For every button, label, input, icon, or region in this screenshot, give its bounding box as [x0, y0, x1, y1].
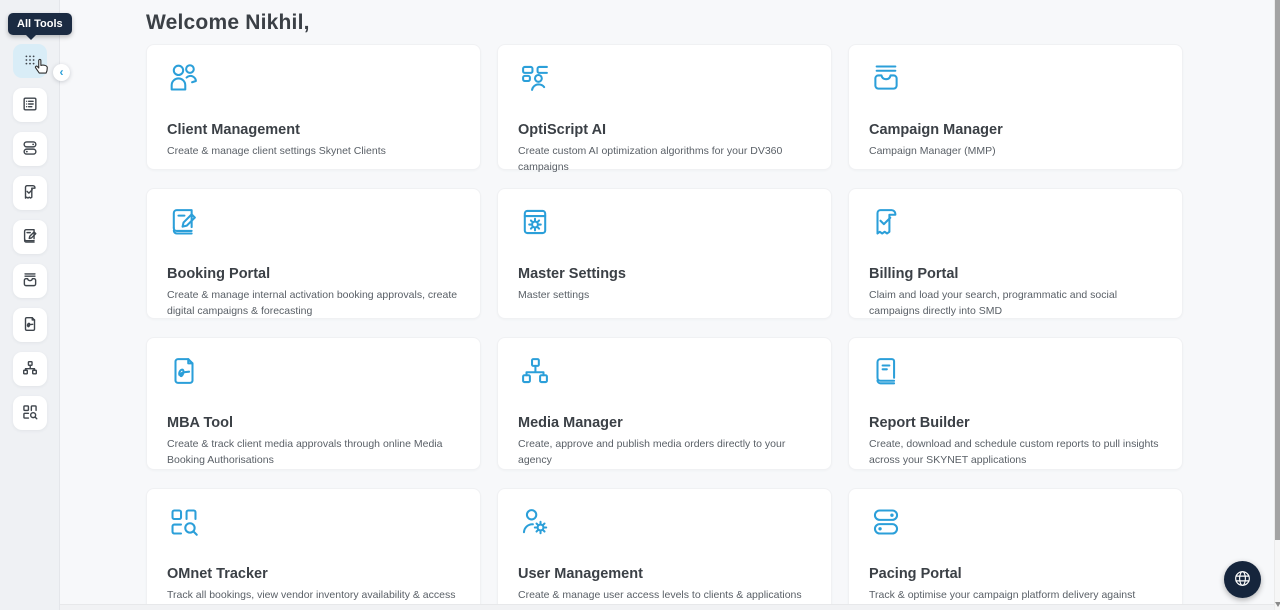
- grid-search-icon: [167, 505, 460, 539]
- card-description: Create & manage user access levels to cl…: [518, 589, 802, 601]
- sidebar-item-campaign-manager[interactable]: [13, 264, 47, 298]
- card-description: Create & manage client settings Skynet C…: [167, 145, 386, 157]
- grid-search-icon: [21, 403, 39, 424]
- hand-cursor-icon: [34, 58, 48, 74]
- window-gear-icon: [518, 205, 811, 239]
- page-title: Welcome Nikhil,: [146, 11, 310, 34]
- network-nodes-icon: [518, 354, 811, 388]
- doc-signature-icon: [21, 315, 39, 336]
- sidebar-item-billing-portal[interactable]: [13, 176, 47, 210]
- list-panel-icon: [21, 95, 39, 116]
- toggles-icon: [869, 505, 1162, 539]
- horizontal-scrollbar[interactable]: [60, 604, 1274, 610]
- card-description: Create custom AI optimization algorithms…: [518, 145, 783, 173]
- tool-card-report-builder[interactable]: Report Builder Create, download and sche…: [848, 337, 1183, 470]
- card-title: MBA Tool: [167, 415, 234, 431]
- card-title: Client Management: [167, 122, 300, 138]
- sidebar-item-pacing-portal[interactable]: [13, 132, 47, 166]
- vertical-scrollbar[interactable]: [1274, 0, 1280, 610]
- doc-signature-icon: [167, 354, 460, 388]
- globe-fab-button[interactable]: [1224, 561, 1261, 598]
- card-title: Report Builder: [869, 415, 970, 431]
- tool-card-master-settings[interactable]: Master Settings Master settings: [497, 188, 832, 319]
- sidebar-item-mba-tool[interactable]: [13, 308, 47, 342]
- tool-card-user-management[interactable]: User Management Create & manage user acc…: [497, 488, 832, 610]
- card-description: Campaign Manager (MMP): [869, 145, 996, 157]
- all-tools-tooltip: All Tools: [8, 13, 72, 40]
- card-title: Campaign Manager: [869, 122, 1003, 138]
- tray-icon: [869, 61, 1162, 95]
- tool-card-optiscript-ai[interactable]: OptiScript AI Create custom AI optimizat…: [497, 44, 832, 173]
- receipt-check-icon: [21, 183, 39, 204]
- tool-card-media-manager[interactable]: Media Manager Create, approve and publis…: [497, 337, 832, 470]
- card-title: Media Manager: [518, 415, 623, 431]
- tool-card-mba-tool[interactable]: MBA Tool Create & track client media app…: [146, 337, 481, 470]
- sidebar-collapse-button[interactable]: ‹: [53, 64, 70, 81]
- book-pencil-icon: [21, 227, 39, 248]
- scrollbar-down-arrow-icon[interactable]: [1275, 602, 1280, 607]
- tools-grid: Client Management Create & manage client…: [146, 44, 1183, 610]
- network-nodes-icon: [21, 359, 39, 380]
- sidebar-item-media-manager[interactable]: [13, 352, 47, 386]
- tool-card-billing-portal[interactable]: Billing Portal Claim and load your searc…: [848, 188, 1183, 319]
- sidebar-item-booking-portal[interactable]: [13, 220, 47, 254]
- card-title: OMnet Tracker: [167, 566, 268, 582]
- card-description: Create & manage internal activation book…: [167, 289, 458, 317]
- card-description: Master settings: [518, 289, 590, 301]
- card-title: Booking Portal: [167, 266, 271, 282]
- sidebar-item-omnet-tracker[interactable]: [13, 396, 47, 430]
- optiscript-icon: [518, 61, 811, 95]
- tool-card-booking-portal[interactable]: Booking Portal Create & manage internal …: [146, 188, 481, 319]
- globe-icon: [1232, 568, 1253, 592]
- tool-card-campaign-manager[interactable]: Campaign Manager Campaign Manager (MMP): [848, 44, 1183, 170]
- card-title: Master Settings: [518, 266, 626, 282]
- tool-card-client-management[interactable]: Client Management Create & manage client…: [146, 44, 481, 170]
- card-title: OptiScript AI: [518, 122, 607, 138]
- book-pencil-icon: [167, 205, 460, 239]
- scrollbar-thumb[interactable]: [1275, 0, 1280, 540]
- sidebar-item-client-management[interactable]: [13, 88, 47, 122]
- card-description: Create, download and schedule custom rep…: [869, 438, 1159, 466]
- sidebar: [0, 0, 60, 610]
- main-content: Welcome Nikhil, Client Management Create…: [60, 0, 1274, 610]
- card-title: Billing Portal: [869, 266, 959, 282]
- tool-card-omnet-tracker[interactable]: OMnet Tracker Track all bookings, view v…: [146, 488, 481, 610]
- card-description: Create, approve and publish media orders…: [518, 438, 786, 466]
- users-icon: [167, 61, 460, 95]
- card-title: User Management: [518, 566, 643, 582]
- toggles-icon: [21, 139, 39, 160]
- tool-card-pacing-portal[interactable]: Pacing Portal Track & optimise your camp…: [848, 488, 1183, 610]
- card-title: Pacing Portal: [869, 566, 962, 582]
- card-description: Create & track client media approvals th…: [167, 438, 443, 466]
- receipt-check-icon: [869, 205, 1162, 239]
- card-description: Claim and load your search, programmatic…: [869, 289, 1118, 317]
- tray-icon: [21, 271, 39, 292]
- user-gear-icon: [518, 505, 811, 539]
- report-book-icon: [869, 354, 1162, 388]
